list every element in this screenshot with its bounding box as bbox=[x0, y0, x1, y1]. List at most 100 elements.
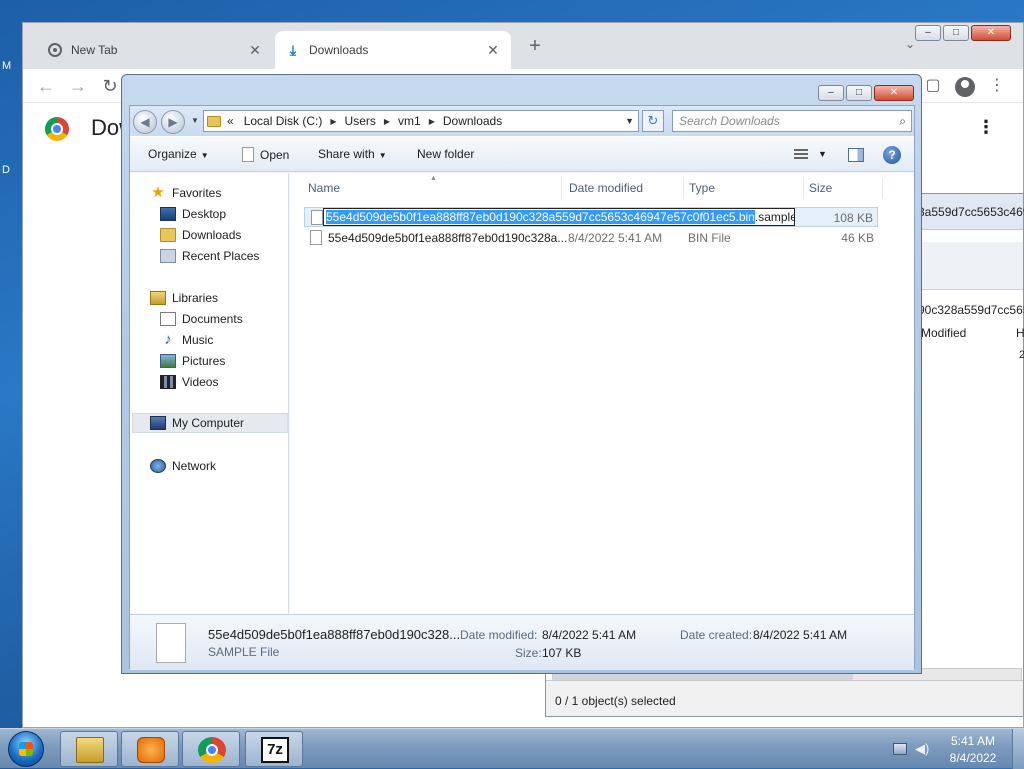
details-file-type: SAMPLE File bbox=[208, 645, 280, 659]
recent-pages-dropdown-icon[interactable]: ▼ bbox=[191, 116, 199, 125]
network-icon bbox=[150, 459, 166, 473]
chevron-right-icon[interactable]: ▶ bbox=[429, 117, 435, 126]
refresh-icon[interactable]: ↻ bbox=[642, 110, 664, 132]
address-prefix[interactable]: « bbox=[227, 114, 234, 128]
document-icon bbox=[160, 312, 176, 326]
new-folder-button[interactable]: New folder bbox=[417, 147, 474, 161]
computer-icon bbox=[150, 416, 166, 430]
nav-desktop[interactable]: Desktop bbox=[160, 204, 226, 224]
nav-favorites[interactable]: ★ Favorites bbox=[150, 183, 221, 203]
nav-recent-places[interactable]: Recent Places bbox=[160, 246, 259, 266]
folder-icon bbox=[76, 737, 104, 763]
taskbar-explorer-button[interactable] bbox=[60, 731, 118, 767]
forward-arrow-icon[interactable]: ▶ bbox=[161, 110, 185, 134]
file-row[interactable]: 55e4d509de5b0f1ea888ff87eb0d190c328a... … bbox=[304, 228, 878, 248]
nav-documents[interactable]: Documents bbox=[160, 309, 243, 329]
minimize-button[interactable]: – bbox=[915, 25, 941, 41]
column-divider[interactable] bbox=[882, 177, 883, 199]
chevron-right-icon[interactable]: ▶ bbox=[330, 117, 336, 126]
file-date: 8/4/2022 5:41 AM bbox=[568, 231, 663, 245]
tab-close-icon[interactable]: ✕ bbox=[485, 42, 501, 59]
network-tray-icon[interactable] bbox=[893, 743, 907, 755]
nav-downloads[interactable]: Downloads bbox=[160, 225, 241, 245]
column-divider[interactable] bbox=[803, 177, 804, 199]
close-button[interactable]: ✕ bbox=[874, 85, 914, 101]
column-divider[interactable] bbox=[561, 177, 562, 199]
chevron-down-icon[interactable]: ▼ bbox=[625, 116, 634, 126]
chrome-logo-icon bbox=[45, 117, 69, 141]
column-header-size[interactable]: Size bbox=[809, 181, 832, 195]
library-icon bbox=[150, 291, 166, 305]
sort-ascending-icon: ▲ bbox=[430, 175, 437, 182]
column-header-type[interactable]: Type bbox=[689, 181, 715, 195]
chrome-globe-icon bbox=[47, 42, 63, 58]
help-icon[interactable]: ? bbox=[883, 146, 901, 164]
seven-zip-column-edge[interactable]: H bbox=[1016, 326, 1024, 340]
view-options-icon[interactable] bbox=[794, 149, 808, 161]
details-file-name: 55e4d509de5b0f1ea888ff87eb0d190c328... bbox=[208, 627, 461, 642]
taskbar-media-player-button[interactable] bbox=[121, 731, 179, 767]
taskbar-7zip-button[interactable]: 7z bbox=[245, 731, 303, 767]
film-icon bbox=[160, 375, 176, 389]
download-icon: ⤓ bbox=[289, 41, 297, 58]
organize-button[interactable]: Organize ▼ bbox=[148, 147, 209, 161]
address-segment[interactable]: Downloads bbox=[443, 114, 502, 128]
seven-zip-column-modified[interactable]: Modified bbox=[921, 326, 966, 340]
explorer-dialog: – □ ✕ ◀ ▶ ▼ « Local Disk (C:) ▶ Users ▶ … bbox=[121, 74, 922, 674]
nav-videos[interactable]: Videos bbox=[160, 372, 218, 392]
preview-pane-icon[interactable] bbox=[848, 148, 864, 162]
side-panel-icon[interactable]: ▢ bbox=[921, 73, 945, 99]
search-input[interactable]: Search Downloads ⌕ bbox=[672, 110, 912, 132]
address-bar[interactable]: « Local Disk (C:) ▶ Users ▶ vm1 ▶ Downlo… bbox=[203, 110, 639, 132]
back-arrow-icon[interactable]: ◀ bbox=[133, 110, 157, 134]
chrome-caption-buttons: – □ ✕ bbox=[915, 25, 1011, 41]
chevron-right-icon[interactable]: ▶ bbox=[384, 117, 390, 126]
taskbar-chrome-button[interactable] bbox=[182, 731, 240, 767]
address-segment[interactable]: vm1 bbox=[398, 114, 421, 128]
reload-icon[interactable]: ↻ bbox=[97, 73, 123, 99]
nav-music[interactable]: ♪ Music bbox=[160, 330, 213, 350]
maximize-button[interactable]: □ bbox=[846, 85, 872, 101]
desktop-edge-letter: D bbox=[2, 164, 10, 176]
page-menu-icon[interactable]: ⋮ bbox=[977, 117, 995, 138]
chrome-menu-icon[interactable]: ⋮ bbox=[985, 73, 1009, 99]
tab-label: Downloads bbox=[309, 43, 369, 57]
nav-pictures[interactable]: Pictures bbox=[160, 351, 225, 371]
tab-search-chevron-icon[interactable]: ⌄ bbox=[905, 37, 915, 51]
forward-arrow-icon[interactable]: → bbox=[65, 73, 91, 99]
nav-my-computer[interactable]: My Computer bbox=[132, 413, 288, 433]
search-icon[interactable]: ⌕ bbox=[899, 114, 906, 129]
start-button[interactable] bbox=[8, 731, 44, 767]
column-header-name[interactable]: Name bbox=[308, 181, 340, 195]
new-tab-button[interactable]: + bbox=[523, 35, 547, 59]
profile-icon[interactable] bbox=[953, 73, 977, 99]
chevron-down-icon[interactable]: ▼ bbox=[818, 149, 827, 159]
maximize-button[interactable]: □ bbox=[943, 25, 969, 41]
show-desktop-button[interactable] bbox=[1012, 729, 1024, 769]
back-arrow-icon[interactable]: ← bbox=[33, 73, 59, 99]
recent-places-icon bbox=[160, 249, 176, 263]
nav-network[interactable]: Network bbox=[150, 456, 216, 476]
column-divider[interactable] bbox=[683, 177, 684, 199]
open-button[interactable]: Open bbox=[242, 147, 289, 162]
rename-input[interactable]: 55e4d509de5b0f1ea888ff87eb0d190c328a559d… bbox=[323, 208, 795, 226]
address-segment[interactable]: Local Disk (C:) bbox=[244, 114, 323, 128]
minimize-button[interactable]: – bbox=[818, 85, 844, 101]
nav-libraries[interactable]: Libraries bbox=[150, 288, 218, 308]
details-pane: 55e4d509de5b0f1ea888ff87eb0d190c328... S… bbox=[130, 614, 914, 670]
volume-icon[interactable]: ◀) bbox=[915, 742, 929, 755]
clock-date[interactable]: 8/4/2022 bbox=[940, 751, 1006, 765]
tab-downloads[interactable]: ⤓ Downloads ✕ bbox=[275, 31, 511, 69]
details-date-created: 8/4/2022 5:41 AM bbox=[753, 628, 848, 642]
share-with-button[interactable]: Share with ▼ bbox=[318, 147, 387, 161]
search-placeholder: Search Downloads bbox=[679, 114, 780, 128]
file-row[interactable]: 55e4d509de5b0f1ea888ff87eb0d190c328a559d… bbox=[304, 207, 878, 227]
chrome-logo-icon bbox=[198, 737, 226, 763]
address-segment[interactable]: Users bbox=[345, 114, 376, 128]
clock-time[interactable]: 5:41 AM bbox=[940, 734, 1006, 748]
music-note-icon: ♪ bbox=[164, 331, 172, 348]
column-header-date-modified[interactable]: Date modified bbox=[569, 181, 643, 195]
tab-new-tab[interactable]: New Tab ✕ bbox=[37, 31, 273, 69]
close-button[interactable]: ✕ bbox=[971, 25, 1011, 41]
tab-close-icon[interactable]: ✕ bbox=[247, 42, 263, 59]
